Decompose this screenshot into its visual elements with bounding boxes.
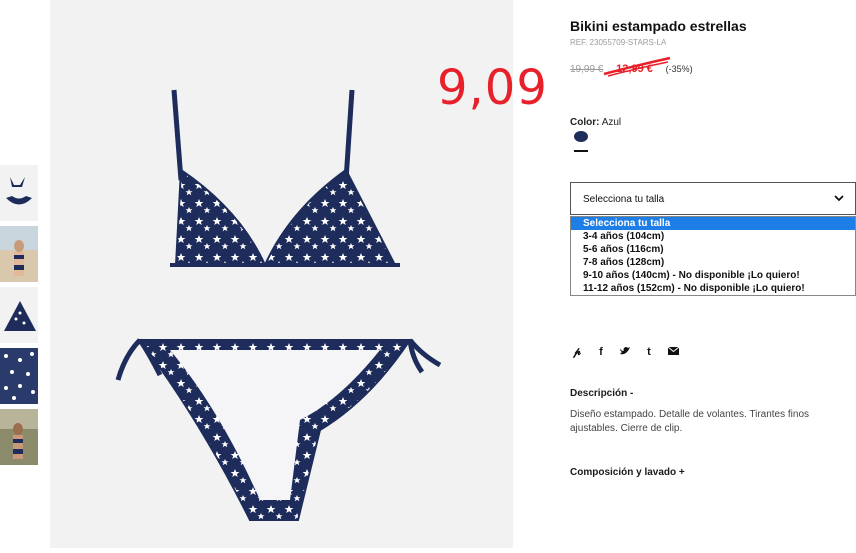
facebook-icon[interactable]: f <box>595 346 607 359</box>
size-option[interactable]: 3-4 años (104cm) <box>571 230 855 243</box>
email-icon[interactable] <box>667 346 679 359</box>
twitter-icon[interactable] <box>619 346 631 359</box>
handwritten-price-annotation: 9,09 <box>437 60 548 116</box>
pinterest-icon[interactable]: 𝓅 <box>571 346 583 359</box>
thumbnail-model-beach[interactable] <box>0 226 38 282</box>
composition-heading[interactable]: Composición y lavado + <box>570 467 685 478</box>
handwritten-strike-mark <box>603 56 671 77</box>
color-label: Color: Azul <box>570 117 621 128</box>
chevron-down-icon <box>833 192 845 206</box>
thumbnail-strip <box>0 165 38 470</box>
thumbnail-bikini-detail[interactable] <box>0 287 38 343</box>
swatch-selected-indicator <box>574 150 588 152</box>
thumbnail-model-garden[interactable] <box>0 409 38 465</box>
product-title: Bikini estampado estrellas <box>570 18 747 34</box>
size-select-value: Selecciona tu talla <box>583 194 665 205</box>
product-ref: REF. 23055709-STARS-LA <box>570 38 667 47</box>
tumblr-icon[interactable]: t <box>643 346 655 359</box>
description-text: Diseño estampado. Detalle de volantes. T… <box>570 409 810 434</box>
size-select[interactable]: Selecciona tu talla <box>570 182 856 215</box>
color-value: Azul <box>601 117 622 128</box>
size-option[interactable]: 11-12 años (152cm) - No disponible ¡Lo q… <box>571 282 855 295</box>
size-option[interactable]: 5-6 años (116cm) <box>571 243 855 256</box>
thumbnail-bikini-front[interactable] <box>0 165 38 221</box>
color-swatch-azul[interactable] <box>574 131 588 142</box>
size-dropdown-list: Selecciona tu talla 3-4 años (104cm) 5-6… <box>570 216 856 296</box>
color-label-key: Color: <box>570 117 600 128</box>
description-heading[interactable]: Descripción - <box>570 388 633 399</box>
size-option[interactable]: 7-8 años (128cm) <box>571 256 855 269</box>
share-icons: 𝓅 f t <box>571 346 679 359</box>
size-option[interactable]: Selecciona tu talla <box>571 217 855 230</box>
thumbnail-fabric-pattern[interactable] <box>0 348 38 404</box>
size-option[interactable]: 9-10 años (140cm) - No disponible ¡Lo qu… <box>571 269 855 282</box>
